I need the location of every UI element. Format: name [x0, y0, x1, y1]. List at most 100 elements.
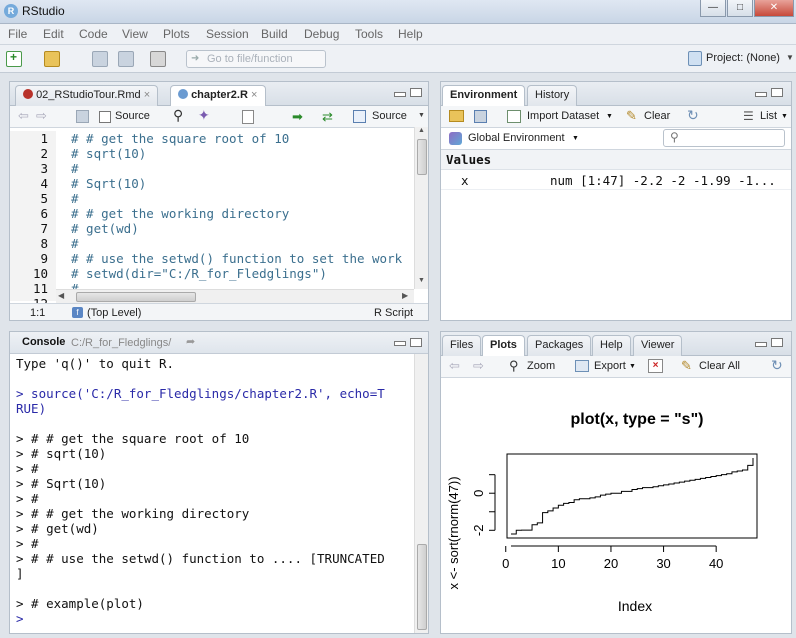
- source-button[interactable]: Source: [372, 110, 407, 122]
- export-button[interactable]: Export: [594, 360, 626, 372]
- rerun-icon[interactable]: ⇄: [322, 109, 333, 125]
- tab-chapter2[interactable]: chapter2.R ×: [170, 85, 266, 107]
- minimize-button[interactable]: —: [700, 0, 726, 17]
- variable-name: x: [461, 173, 469, 188]
- source-on-save-checkbox[interactable]: [99, 111, 111, 123]
- project-icon: [688, 51, 702, 66]
- tab-packages[interactable]: Packages: [527, 335, 592, 356]
- tab-label: 02_RStudioTour.Rmd: [36, 89, 141, 101]
- close-icon[interactable]: ×: [251, 89, 257, 101]
- clear-all-button[interactable]: Clear All: [699, 360, 740, 372]
- menu-plots[interactable]: Plots: [163, 27, 190, 41]
- menu-build[interactable]: Build: [261, 27, 288, 41]
- search-icon[interactable]: ⚲: [173, 107, 183, 124]
- save-workspace-icon[interactable]: [474, 110, 487, 123]
- refresh-icon[interactable]: ↻: [771, 357, 783, 374]
- minimize-pane-icon[interactable]: [394, 92, 406, 97]
- code-tools-wand-icon[interactable]: ✦: [198, 107, 210, 124]
- menu-view[interactable]: View: [122, 27, 148, 41]
- list-view-icon: ☰: [743, 109, 754, 123]
- view-mode-selector[interactable]: List: [760, 110, 777, 122]
- scroll-thumb[interactable]: [417, 139, 427, 175]
- tab-plots[interactable]: Plots: [482, 335, 525, 357]
- minimize-pane-icon[interactable]: [394, 341, 406, 346]
- next-plot-icon[interactable]: ⇨: [473, 358, 484, 374]
- compile-report-icon[interactable]: [242, 110, 254, 124]
- console-output[interactable]: Type 'q()' to quit R. > source('C:/R_for_…: [16, 356, 414, 632]
- load-workspace-icon[interactable]: [449, 110, 464, 122]
- console-header: Console C:/R_for_Fledglings/ ➦: [10, 332, 428, 354]
- maximize-pane-icon[interactable]: [771, 88, 783, 97]
- main-toolbar: + ➜ Go to file/function Project: (None) …: [0, 45, 796, 73]
- tab-02-rstudiotour[interactable]: 02_RStudioTour.Rmd ×: [15, 85, 159, 106]
- environment-scope-bar: Global Environment ▼ ⚲: [441, 128, 791, 150]
- menu-debug[interactable]: Debug: [304, 27, 339, 41]
- console-line: Type 'q()' to quit R.: [16, 356, 175, 371]
- scroll-thumb[interactable]: [417, 544, 427, 630]
- console-line: > # # get the working directory: [16, 506, 250, 521]
- close-button[interactable]: ✕: [754, 0, 794, 17]
- project-menu[interactable]: Project: (None): [706, 52, 780, 64]
- goto-file-input[interactable]: ➜ Go to file/function: [186, 50, 326, 68]
- previous-plot-icon[interactable]: ⇦: [449, 358, 460, 374]
- import-dataset-button[interactable]: Import Dataset: [527, 110, 599, 122]
- tab-files[interactable]: Files: [442, 335, 482, 356]
- editor-horizontal-scrollbar[interactable]: ◀ ▶: [56, 289, 414, 303]
- scroll-left-icon[interactable]: ◀: [58, 291, 64, 300]
- menu-session[interactable]: Session: [206, 27, 249, 41]
- environment-search-input[interactable]: ⚲: [663, 129, 785, 147]
- chevron-down-icon: ▼: [572, 135, 579, 142]
- clear-button[interactable]: Clear: [644, 110, 670, 122]
- print-icon[interactable]: [150, 51, 166, 67]
- menu-help[interactable]: Help: [398, 27, 423, 41]
- environment-scope-selector[interactable]: Global Environment: [468, 132, 565, 144]
- y-axis-label: x <- sort(rnorm(47)): [446, 476, 461, 589]
- tab-viewer[interactable]: Viewer: [633, 335, 683, 356]
- save-icon[interactable]: [76, 110, 89, 123]
- h-scroll-thumb[interactable]: [76, 292, 196, 302]
- code-editor[interactable]: # # get the square root of 10 # sqrt(10) #…: [71, 131, 402, 311]
- scroll-right-icon[interactable]: ▶: [402, 291, 408, 300]
- tab-history[interactable]: History: [527, 85, 578, 106]
- editor-vertical-scrollbar[interactable]: ▲ ▼: [414, 127, 428, 289]
- run-line-icon[interactable]: ➡: [292, 109, 303, 125]
- environment-row[interactable]: x num [1:47] -2.2 -2 -1.99 -1...: [441, 170, 791, 190]
- console-line: ]: [16, 566, 24, 581]
- zoom-button[interactable]: Zoom: [527, 360, 555, 372]
- console-line: > # example(plot): [16, 596, 144, 611]
- maximize-pane-icon[interactable]: [410, 338, 422, 347]
- code-line: # setwd(dir="C:/R_for_Fledglings"): [71, 266, 327, 281]
- scroll-down-icon[interactable]: ▼: [418, 277, 425, 284]
- save-icon[interactable]: [92, 51, 108, 67]
- close-icon[interactable]: ×: [144, 89, 150, 101]
- maximize-pane-icon[interactable]: [410, 88, 422, 97]
- menu-code[interactable]: Code: [79, 27, 108, 41]
- menu-edit[interactable]: Edit: [43, 27, 64, 41]
- search-icon: ⚲: [670, 130, 679, 144]
- save-all-icon[interactable]: [118, 51, 134, 67]
- menu-file[interactable]: File: [8, 27, 27, 41]
- scroll-up-icon[interactable]: ▲: [418, 127, 425, 134]
- code-line: # # get the working directory: [71, 206, 290, 221]
- file-type-selector[interactable]: R Script: [374, 307, 413, 319]
- maximize-button[interactable]: □: [727, 0, 753, 17]
- new-file-icon[interactable]: +: [6, 50, 22, 67]
- tab-environment[interactable]: Environment: [442, 85, 526, 107]
- remove-plot-icon[interactable]: ×: [648, 359, 663, 373]
- maximize-pane-icon[interactable]: [771, 338, 783, 347]
- source-editor-pane: 02_RStudioTour.Rmd × chapter2.R × ⇦ ⇨ So…: [9, 81, 429, 321]
- back-arrow-icon[interactable]: ⇦: [18, 108, 29, 124]
- console-vertical-scrollbar[interactable]: [414, 354, 428, 633]
- refresh-icon[interactable]: ↻: [687, 107, 699, 124]
- tab-help[interactable]: Help: [592, 335, 631, 356]
- scope-selector[interactable]: (Top Level): [87, 307, 141, 319]
- minimize-pane-icon[interactable]: [755, 342, 767, 347]
- forward-arrow-icon[interactable]: ⇨: [36, 108, 47, 124]
- rstudio-logo-icon: R: [4, 4, 18, 18]
- goto-directory-icon[interactable]: ➦: [186, 335, 195, 348]
- minimize-pane-icon[interactable]: [755, 92, 767, 97]
- menu-tools[interactable]: Tools: [355, 27, 383, 41]
- open-file-icon[interactable]: [44, 51, 60, 67]
- chevron-down-icon[interactable]: ▼: [418, 112, 425, 119]
